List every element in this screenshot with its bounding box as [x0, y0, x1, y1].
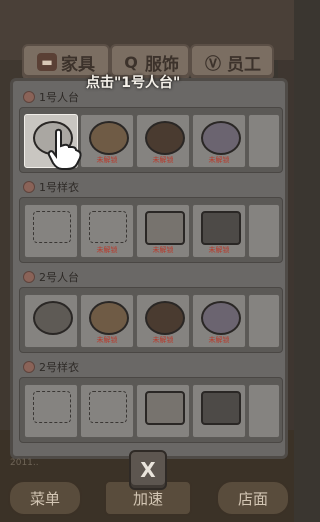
item-cell-sample-1-5[interactable] — [248, 204, 280, 258]
item-cell-stand-2-4[interactable]: 未解锁 — [192, 294, 246, 348]
item-cell-sample-1-4[interactable]: 未解锁 — [192, 204, 246, 258]
bullet-icon — [23, 361, 35, 373]
staff-icon: Ⓥ — [204, 54, 221, 73]
locked-label: 未解锁 — [152, 246, 174, 254]
item-cell-sample-1-1[interactable] — [24, 204, 78, 258]
stand-icon — [89, 121, 129, 155]
item-cell-stand-2-1[interactable] — [24, 294, 78, 348]
item-cell-sample-2-5[interactable] — [248, 384, 280, 438]
locked-label: 未解锁 — [96, 246, 118, 254]
item-cell-sample-1-3[interactable]: 未解锁 — [136, 204, 190, 258]
clothes-icon: Q — [124, 52, 138, 72]
locked-label: 未解锁 — [152, 156, 174, 164]
section-title-text: 2号人台 — [39, 271, 79, 284]
stand-icon — [145, 121, 185, 155]
item-cell-stand-1-2[interactable]: 未解锁 — [80, 114, 134, 168]
item-cell-stand-2-5[interactable] — [248, 294, 280, 348]
item-cell-stand-1-5[interactable] — [248, 114, 280, 168]
bullet-icon — [23, 91, 35, 103]
stand-icon — [201, 301, 241, 335]
item-cell-stand-1-3[interactable]: 未解锁 — [136, 114, 190, 168]
item-row-stand-2: 未解锁 未解锁 未解锁 — [19, 287, 283, 353]
bullet-icon — [23, 271, 35, 283]
item-row-sample-2 — [19, 377, 283, 443]
tab-furniture-label: 家具 — [61, 54, 95, 75]
section-title-1: 1号人台 — [23, 89, 79, 105]
section-title-2: 1号样衣 — [23, 179, 79, 195]
tab-staff-label: 员工 — [227, 54, 261, 75]
item-cell-sample-2-2[interactable] — [80, 384, 134, 438]
garment-icon — [89, 211, 127, 243]
garment-icon — [33, 391, 71, 423]
section-title-3: 2号人台 — [23, 269, 79, 285]
item-cell-sample-2-4[interactable] — [192, 384, 246, 438]
section-title-text: 1号样衣 — [39, 181, 79, 194]
menu-button[interactable]: 菜单 — [8, 480, 82, 516]
garment-icon — [89, 391, 127, 423]
tab-staff[interactable]: Ⓥ 员工 — [190, 44, 274, 80]
item-cell-sample-1-2[interactable]: 未解锁 — [80, 204, 134, 258]
item-cell-stand-1-4[interactable]: 未解锁 — [192, 114, 246, 168]
tutorial-hint: 点击"1号人台" — [86, 75, 181, 91]
item-cell-stand-2-3[interactable]: 未解锁 — [136, 294, 190, 348]
locked-label: 未解锁 — [152, 336, 174, 344]
stand-icon — [145, 301, 185, 335]
item-cell-sample-2-1[interactable] — [24, 384, 78, 438]
locked-label: 未解锁 — [208, 336, 230, 344]
section-title-text: 1号人台 — [39, 91, 79, 104]
garment-icon — [145, 391, 185, 425]
close-button[interactable]: X — [129, 450, 167, 490]
hand-pointer-icon — [47, 128, 82, 170]
garment-icon — [201, 211, 241, 245]
garment-icon — [33, 211, 71, 243]
garment-icon — [145, 211, 185, 245]
section-title-text: 2号样衣 — [39, 361, 79, 374]
garment-icon — [201, 391, 241, 425]
item-cell-stand-2-2[interactable]: 未解锁 — [80, 294, 134, 348]
item-row-sample-1: 未解锁 未解锁 未解锁 — [19, 197, 283, 263]
bullet-icon — [23, 181, 35, 193]
locked-label: 未解锁 — [208, 156, 230, 164]
section-title-4: 2号样衣 — [23, 359, 79, 375]
stand-icon — [201, 121, 241, 155]
tab-clothing-label: 服饰 — [145, 54, 179, 75]
locked-label: 未解锁 — [96, 156, 118, 164]
stand-icon — [89, 301, 129, 335]
sofa-icon: ▬ — [37, 53, 57, 71]
coin-counter: 2011.. — [10, 458, 39, 468]
item-cell-sample-2-3[interactable] — [136, 384, 190, 438]
stand-icon — [33, 301, 73, 335]
shop-button[interactable]: 店面 — [216, 480, 290, 516]
locked-label: 未解锁 — [208, 246, 230, 254]
locked-label: 未解锁 — [96, 336, 118, 344]
